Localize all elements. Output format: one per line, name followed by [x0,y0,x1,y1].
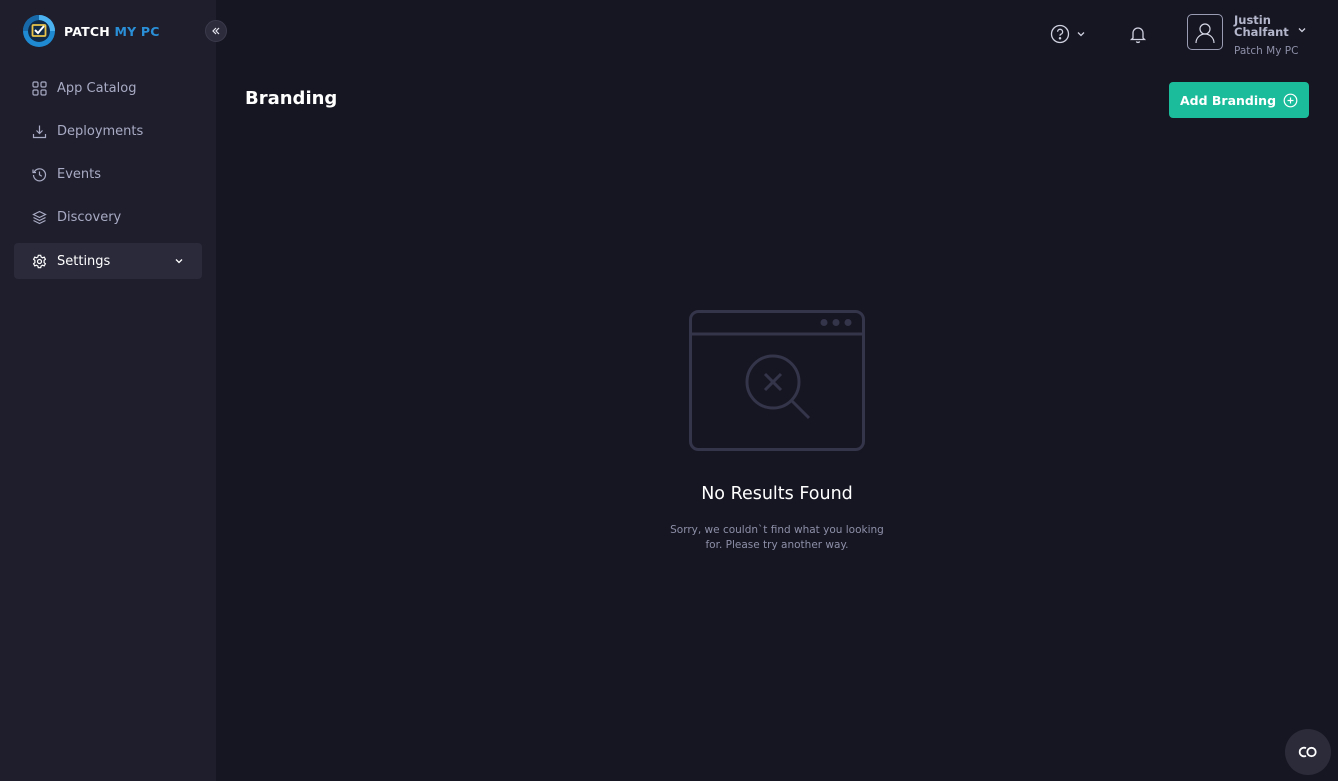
page-title: Branding [245,88,338,109]
history-icon [31,167,47,183]
grid-icon [31,80,47,96]
chevron-down-icon [174,256,184,266]
help-circle-icon [1050,24,1070,44]
sidebar: PATCH MY PC App Catalog Deployments Even… [0,0,216,781]
brand-name: PATCH MY PC [64,23,160,39]
sidebar-item-label: Discovery [57,210,122,226]
sidebar-item-events[interactable]: Events [14,157,202,193]
sidebar-nav: App Catalog Deployments Events Discovery… [14,70,202,286]
sidebar-item-discovery[interactable]: Discovery [14,200,202,236]
user-icon [1195,23,1215,44]
no-results-illustration-icon [689,310,865,451]
sidebar-collapse-button[interactable] [205,20,227,42]
chevron-down-icon [1297,20,1307,39]
gear-icon [31,253,47,269]
sidebar-item-label: Deployments [57,123,144,139]
help-menu-button[interactable] [1050,24,1086,44]
sidebar-item-app-catalog[interactable]: App Catalog [14,70,202,106]
download-icon [31,123,47,139]
bell-icon [1129,27,1147,44]
add-branding-button[interactable]: Add Branding [1169,82,1309,118]
add-branding-label: Add Branding [1179,92,1277,108]
user-menu[interactable]: Justin Chalfant Patch My PC [1187,14,1314,57]
patch-my-pc-logo-icon [23,15,55,47]
brand-logo[interactable]: PATCH MY PC [22,14,160,48]
chevron-down-icon [1077,32,1085,37]
notifications-button[interactable] [1128,24,1148,48]
empty-state-title: No Results Found [701,484,853,504]
sidebar-item-deployments[interactable]: Deployments [14,113,202,149]
layers-icon [31,210,47,226]
sidebar-item-settings[interactable]: Settings [14,243,202,280]
chevrons-left-icon [212,27,220,35]
avatar [1187,14,1223,50]
sidebar-item-label: App Catalog [57,80,137,96]
sidebar-item-label: Events [57,167,102,183]
plus-circle-icon [1283,93,1298,108]
chat-link-icon [1298,746,1317,758]
chat-widget-button[interactable] [1285,729,1331,775]
user-org: Patch My PC [1234,45,1299,57]
sidebar-item-label: Settings [57,253,111,269]
empty-state-description: Sorry, we couldn`t find what you looking… [670,524,884,551]
